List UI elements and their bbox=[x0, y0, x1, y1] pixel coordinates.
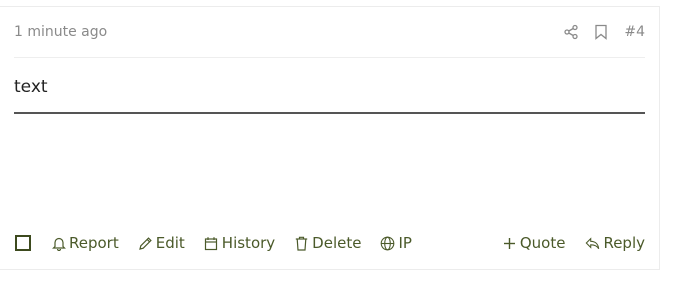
bookmark-icon[interactable] bbox=[592, 23, 610, 41]
calendar-icon bbox=[204, 236, 219, 251]
trash-icon bbox=[294, 236, 309, 251]
post-body: text bbox=[14, 77, 645, 114]
post-header: 1 minute ago #4 bbox=[14, 19, 645, 58]
delete-label: Delete bbox=[312, 234, 362, 252]
post-actions-right: Quote Reply bbox=[482, 234, 645, 252]
reply-label: Reply bbox=[603, 234, 645, 252]
post-header-tools: #4 bbox=[562, 19, 645, 41]
report-label: Report bbox=[69, 234, 119, 252]
ip-button[interactable]: IP bbox=[380, 234, 412, 252]
share-icon[interactable] bbox=[562, 23, 580, 41]
delete-button[interactable]: Delete bbox=[294, 234, 361, 252]
pencil-icon bbox=[138, 236, 153, 251]
post-number-link[interactable]: #4 bbox=[624, 24, 645, 40]
reply-icon bbox=[585, 236, 600, 251]
bell-icon bbox=[51, 236, 66, 251]
history-label: History bbox=[221, 234, 276, 252]
report-button[interactable]: Report bbox=[51, 234, 119, 252]
plus-icon bbox=[502, 236, 517, 251]
quote-label: Quote bbox=[519, 234, 566, 252]
post-text: text bbox=[14, 77, 48, 97]
post-actions: Report Edit History Delete IP Quote Repl… bbox=[14, 229, 645, 257]
post-card: 1 minute ago #4 text Report Edit History… bbox=[0, 6, 660, 270]
edit-label: Edit bbox=[155, 234, 185, 252]
post-timestamp: 1 minute ago bbox=[14, 24, 108, 40]
globe-icon bbox=[380, 236, 395, 251]
ip-label: IP bbox=[398, 234, 412, 252]
post-actions-left: Report Edit History Delete IP bbox=[14, 234, 431, 252]
edit-button[interactable]: Edit bbox=[138, 234, 185, 252]
select-post-checkbox[interactable] bbox=[15, 235, 31, 251]
quote-button[interactable]: Quote bbox=[502, 234, 566, 252]
reply-button[interactable]: Reply bbox=[585, 234, 645, 252]
history-button[interactable]: History bbox=[204, 234, 275, 252]
